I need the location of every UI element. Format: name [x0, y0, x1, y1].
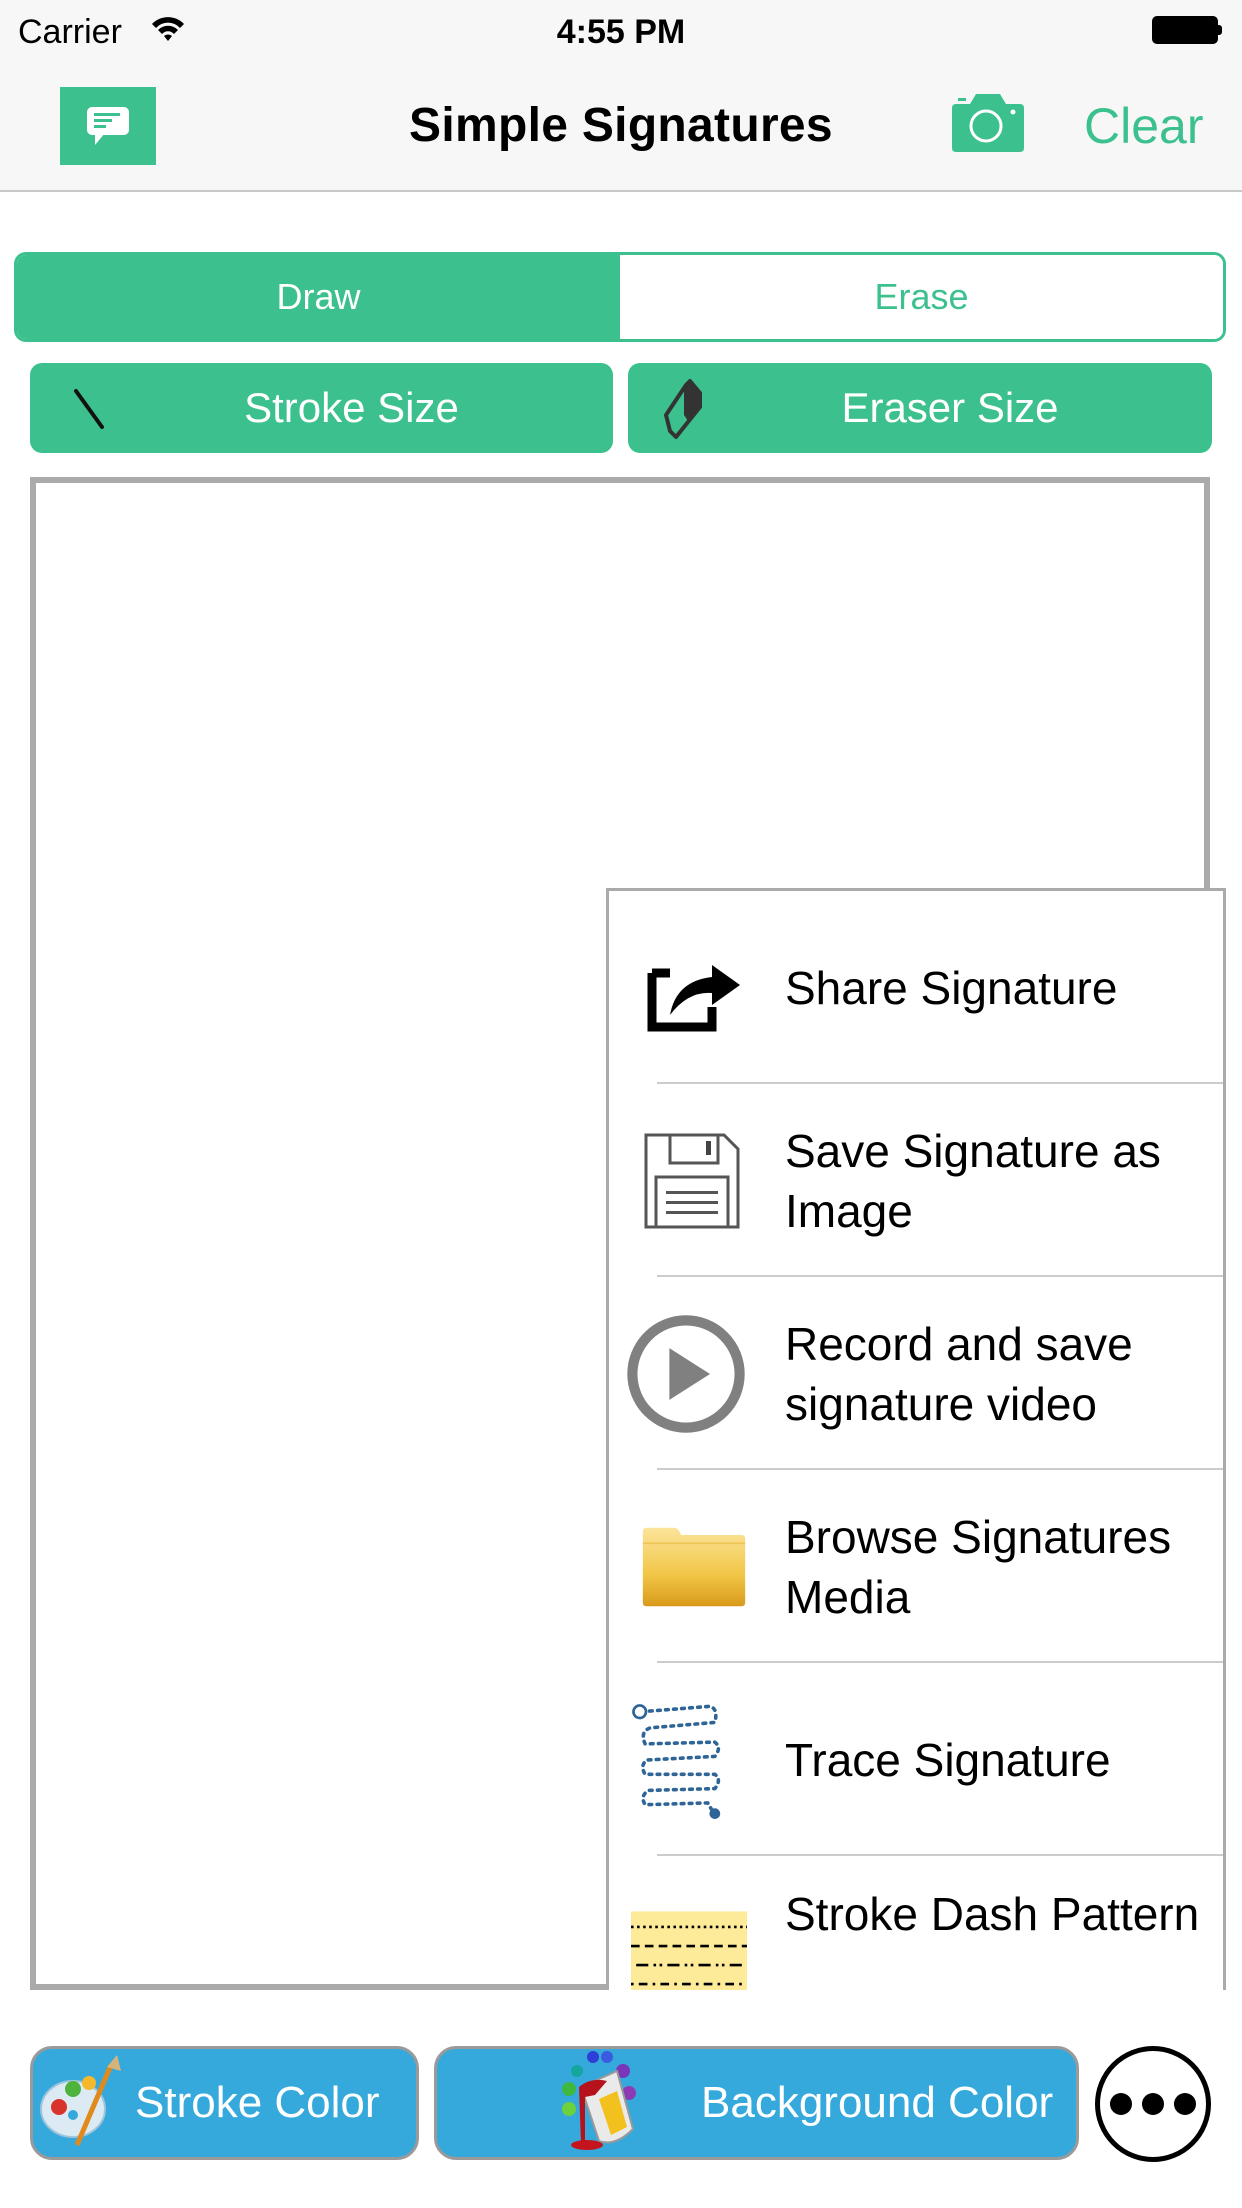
share-icon [647, 964, 740, 1031]
actions-menu: Share Signature Save Signature as Image … [606, 888, 1226, 1990]
dotted-path-icon [632, 1703, 721, 1819]
menu-item-browse-media[interactable]: Browse Signatures Media [609, 1470, 1223, 1663]
menu-item-dash-pattern[interactable]: Stroke Dash Pattern [609, 1856, 1223, 1990]
more-dot [1142, 2093, 1164, 2115]
background-color-label: Background Color [701, 2078, 1054, 2127]
menu-item-record-video[interactable]: Record and save signature video [609, 1277, 1223, 1470]
stroke-size-label: Stroke Size [244, 384, 459, 431]
camera-icon[interactable] [948, 92, 1028, 154]
floppy-disk-icon [644, 1133, 740, 1228]
stroke-color-label: Stroke Color [135, 2078, 380, 2127]
eraser-size-label: Eraser Size [841, 384, 1059, 431]
menu-item-share[interactable]: Share Signature [609, 891, 1223, 1084]
paint-bucket-icon [562, 2051, 636, 2150]
dash-pattern-icon [631, 1911, 747, 1990]
menu-item-label: Stroke Dash Pattern [785, 1888, 1200, 1940]
status-time: 4:55 PM [556, 13, 686, 51]
segment-draw[interactable]: Draw [17, 255, 620, 339]
menu-item-label: Save Signature as Image [785, 1124, 1161, 1237]
more-dots-icon [1110, 2093, 1132, 2115]
battery-icon [1152, 16, 1222, 44]
menu-item-label: Share Signature [785, 961, 1118, 1014]
stroke-color-button[interactable]: Stroke Color [30, 2046, 419, 2160]
more-button[interactable] [1095, 2046, 1211, 2162]
mode-segmented-control: Draw Erase [14, 252, 1226, 342]
page-title: Simple Signatures [409, 99, 833, 152]
clear-button[interactable]: Clear [1084, 96, 1203, 156]
menu-item-trace[interactable]: Trace Signature [609, 1663, 1223, 1856]
folder-icon [642, 1527, 746, 1606]
segment-erase[interactable]: Erase [620, 255, 1223, 339]
top-bar: Carrier 4:55 PM Simple Signatures Clear [0, 0, 1242, 192]
menu-item-label: Trace Signature [785, 1733, 1111, 1786]
menu-item-label: Record and save signature video [785, 1317, 1133, 1430]
more-dot [1174, 2093, 1196, 2115]
eraser-size-button[interactable]: Eraser Size [628, 363, 1212, 453]
background-color-button[interactable]: Background Color [434, 2046, 1079, 2160]
palette-icon [40, 2055, 121, 2146]
menu-item-label: Browse Signatures Media [785, 1510, 1172, 1623]
stroke-size-button[interactable]: Stroke Size [30, 363, 613, 453]
menu-item-save-image[interactable]: Save Signature as Image [609, 1084, 1223, 1277]
play-circle-icon [627, 1314, 745, 1433]
